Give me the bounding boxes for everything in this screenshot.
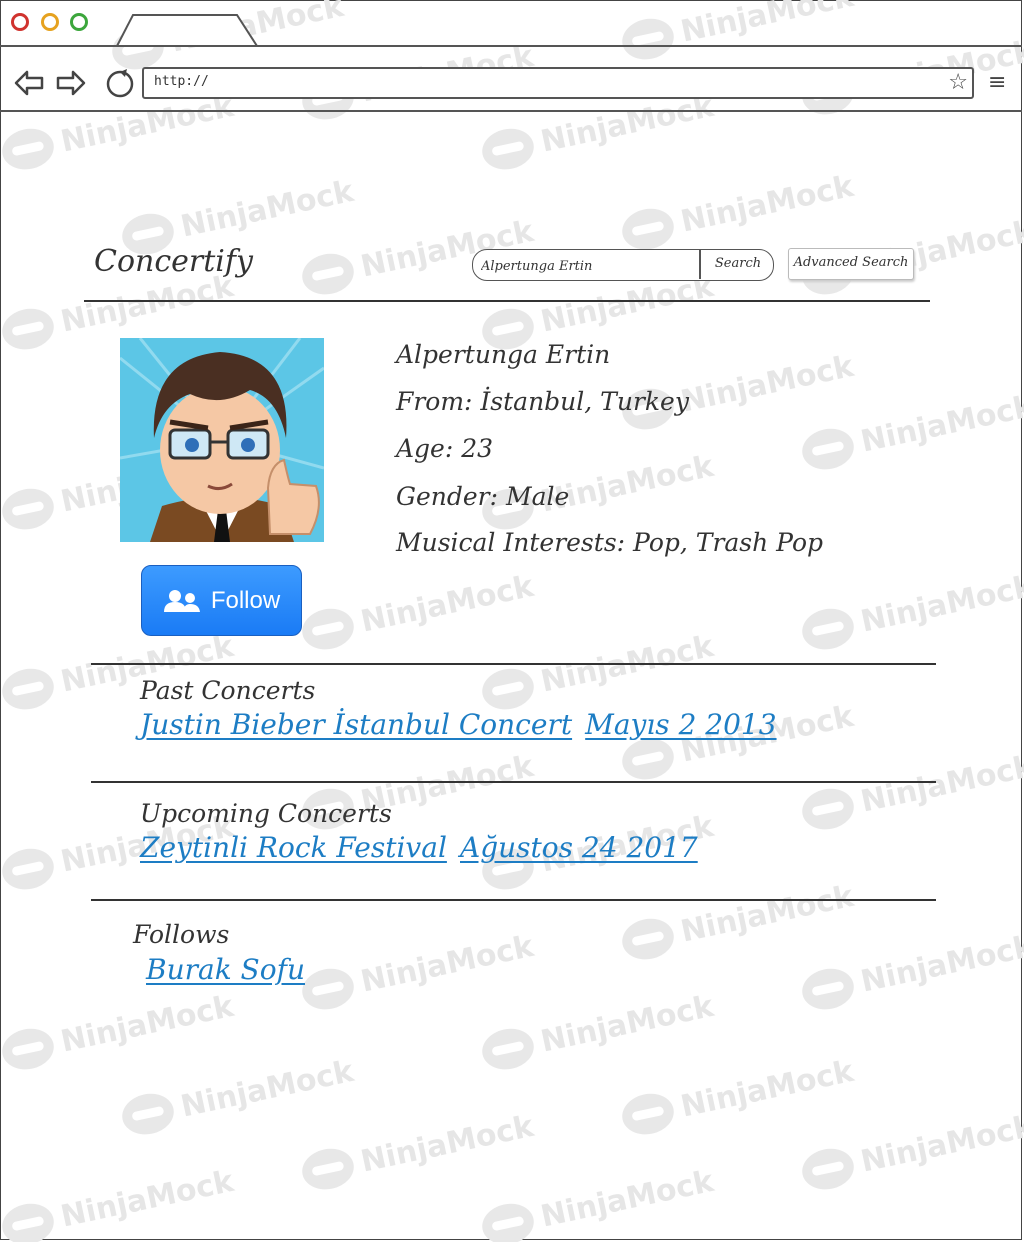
address-bar[interactable]: http:// ☆ bbox=[142, 67, 974, 99]
follows-title: Follows bbox=[133, 920, 230, 949]
advanced-search-button[interactable]: Advanced Search bbox=[788, 248, 914, 280]
tab-strip-divider bbox=[0, 45, 1022, 47]
reload-icon[interactable] bbox=[103, 68, 137, 100]
upcoming-concert-date-link[interactable]: Ağustos 24 2017 bbox=[460, 831, 698, 864]
section-divider bbox=[91, 663, 936, 665]
profile-avatar bbox=[120, 338, 324, 542]
minimize-window-button[interactable] bbox=[41, 13, 59, 31]
profile-from: From: İstanbul, Turkey bbox=[396, 387, 689, 416]
search-input[interactable] bbox=[479, 254, 697, 278]
users-icon bbox=[163, 589, 200, 612]
upcoming-concert-item: Zeytinli Rock Festival Ağustos 24 2017 bbox=[140, 831, 706, 864]
browser-menu-icon[interactable]: ≡ bbox=[988, 72, 1006, 94]
upcoming-concert-link[interactable]: Zeytinli Rock Festival bbox=[140, 831, 447, 864]
search-divider bbox=[699, 250, 701, 279]
search-box: Search bbox=[472, 249, 774, 281]
upcoming-concerts-title: Upcoming Concerts bbox=[140, 799, 392, 828]
forward-arrow-icon[interactable] bbox=[55, 68, 87, 98]
bookmark-star-icon[interactable]: ☆ bbox=[948, 70, 968, 96]
browser-toolbar: http:// ☆ ≡ bbox=[0, 0, 1022, 112]
past-concerts-title: Past Concerts bbox=[140, 676, 316, 705]
site-logo[interactable]: Concertify bbox=[94, 244, 253, 279]
past-concert-item: Justin Bieber İstanbul Concert Mayıs 2 2… bbox=[140, 708, 785, 741]
back-arrow-icon[interactable] bbox=[13, 68, 45, 98]
maximize-window-button[interactable] bbox=[70, 13, 88, 31]
follow-button-label: Follow bbox=[210, 586, 281, 614]
followed-user-link[interactable]: Burak Sofu bbox=[146, 953, 305, 986]
close-window-button[interactable] bbox=[11, 13, 29, 31]
search-button[interactable]: Search bbox=[703, 250, 773, 279]
profile-name: Alpertunga Ertin bbox=[396, 340, 611, 369]
profile-age: Age: 23 bbox=[396, 434, 494, 463]
header-divider bbox=[84, 300, 930, 302]
past-concert-link[interactable]: Justin Bieber İstanbul Concert bbox=[140, 708, 572, 741]
section-divider bbox=[91, 781, 936, 783]
follow-button[interactable]: Follow bbox=[141, 565, 302, 636]
follows-list: Burak Sofu bbox=[146, 953, 313, 986]
url-text: http:// bbox=[154, 74, 209, 89]
browser-tab[interactable] bbox=[115, 12, 265, 48]
profile-interests: Musical Interests: Pop, Trash Pop bbox=[396, 528, 824, 557]
profile-gender: Gender: Male bbox=[396, 482, 570, 511]
section-divider bbox=[91, 899, 936, 901]
past-concert-date-link[interactable]: Mayıs 2 2013 bbox=[585, 708, 776, 741]
